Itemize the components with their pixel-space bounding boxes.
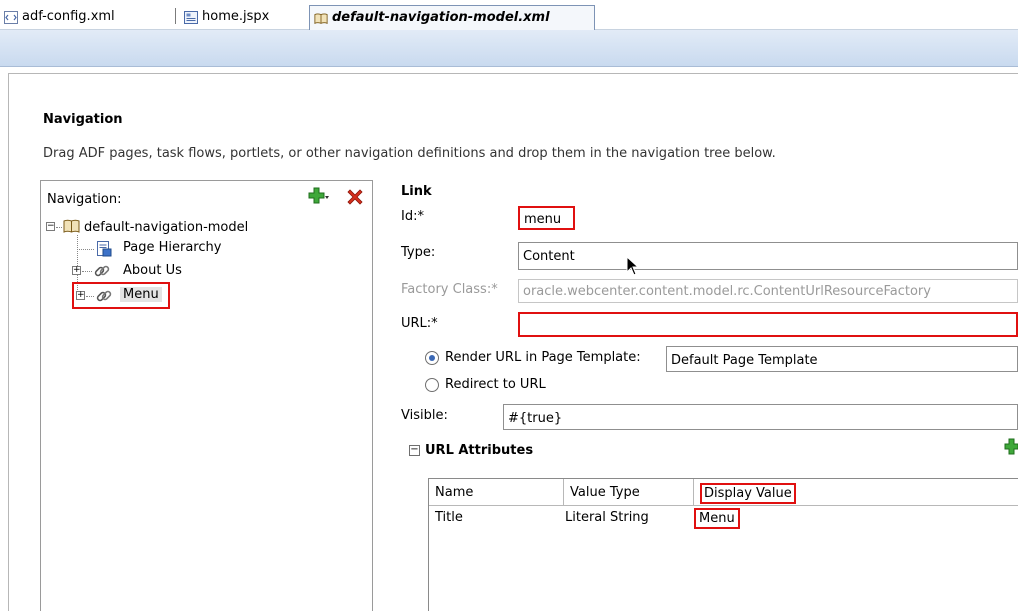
jspx-file-icon	[184, 11, 198, 24]
navigation-model-icon	[63, 219, 80, 233]
tab-label: adf-config.xml	[22, 9, 115, 24]
type-label: Type:	[401, 245, 436, 260]
tab-default-navigation-model[interactable]: default-navigation-model.xml	[309, 5, 595, 30]
column-header-value-type[interactable]: Value Type	[564, 479, 694, 506]
visible-field[interactable]: #{true}	[503, 404, 1018, 430]
tree-item-label: Page Hierarchy	[123, 240, 222, 255]
expand-icon[interactable]: +	[76, 291, 85, 300]
factory-class-label: Factory Class:*	[401, 282, 498, 297]
section-label-link: Link	[401, 184, 432, 199]
url-attributes-title: URL Attributes	[425, 443, 534, 458]
page-heading: Navigation	[43, 112, 123, 127]
tree-item-label: About Us	[123, 263, 182, 278]
column-header-display-value[interactable]: Display Value	[694, 479, 1018, 506]
visible-label: Visible:	[401, 408, 448, 423]
url-label: URL:*	[401, 316, 438, 331]
cell-value-type[interactable]: Literal String	[565, 510, 649, 525]
expand-icon[interactable]: +	[72, 266, 81, 275]
add-attribute-icon[interactable]	[1004, 438, 1018, 456]
editor-toolbar-strip	[0, 30, 1018, 67]
tab-label: home.jspx	[202, 9, 270, 24]
redirect-url-label: Redirect to URL	[445, 377, 546, 392]
factory-class-field: oracle.webcenter.content.model.rc.Conten…	[518, 279, 1018, 303]
page-hierarchy-icon	[97, 241, 112, 257]
render-url-radio[interactable]	[425, 351, 439, 365]
column-header-name[interactable]: Name	[429, 479, 564, 506]
xml-file-icon	[4, 11, 18, 24]
page-description: Drag ADF pages, task flows, portlets, or…	[43, 146, 776, 161]
cell-name[interactable]: Title	[435, 510, 463, 525]
tab-separator	[175, 8, 176, 24]
editor-tab-bar: adf-config.xml home.jspx default-navigat…	[0, 0, 1018, 30]
navigation-model-icon	[314, 13, 328, 25]
id-label: Id:*	[401, 209, 424, 224]
collapse-icon[interactable]: −	[46, 222, 55, 231]
navigation-tree-header: Navigation:	[47, 192, 122, 207]
type-select[interactable]: Content	[518, 242, 1018, 270]
url-field[interactable]	[518, 312, 1018, 337]
url-attributes-table: Name Value Type Display Value Title Lite…	[428, 478, 1018, 611]
tree-item-label: default-navigation-model	[84, 220, 249, 235]
page-template-select[interactable]: Default Page Template	[666, 346, 1018, 372]
tab-adf-config[interactable]: adf-config.xml	[0, 5, 121, 30]
cell-display-value[interactable]: Menu	[694, 508, 740, 529]
mouse-cursor-icon	[626, 256, 640, 276]
tree-item-label: Menu	[120, 287, 162, 302]
render-url-label: Render URL in Page Template:	[445, 350, 641, 365]
redirect-url-radio[interactable]	[425, 378, 439, 392]
link-icon	[96, 290, 112, 302]
tree-item-menu[interactable]: + Menu	[72, 282, 170, 309]
link-icon	[94, 265, 110, 277]
tab-label: default-navigation-model.xml	[332, 10, 550, 25]
id-field[interactable]: menu	[518, 206, 575, 230]
collapse-icon[interactable]: −	[409, 445, 420, 456]
add-resource-button[interactable]	[308, 187, 330, 207]
navigation-tree-panel: Navigation: − default-navigation-model P…	[40, 180, 373, 611]
delete-icon[interactable]	[346, 188, 364, 206]
tab-home-jspx[interactable]: home.jspx	[180, 5, 275, 30]
display-value-header-label: Display Value	[700, 483, 796, 504]
